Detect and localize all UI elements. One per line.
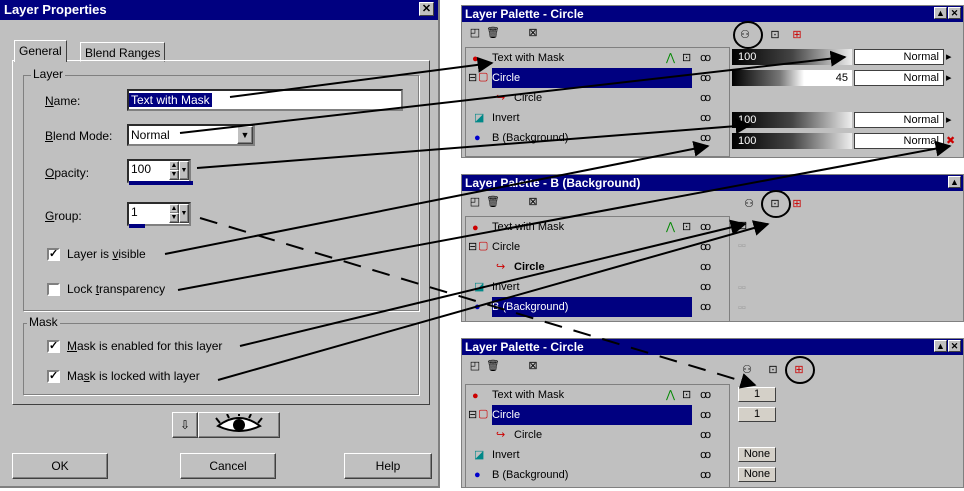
arrow-visible <box>164 140 710 255</box>
arrow-blend-mode <box>179 50 847 134</box>
arrow-opacity <box>196 118 752 169</box>
tab-general[interactable]: General <box>14 40 67 62</box>
arrow-name <box>229 56 494 98</box>
arrow-mask-enabled <box>239 219 747 347</box>
callout-arrows <box>164 50 952 389</box>
arrow-group <box>199 217 757 389</box>
